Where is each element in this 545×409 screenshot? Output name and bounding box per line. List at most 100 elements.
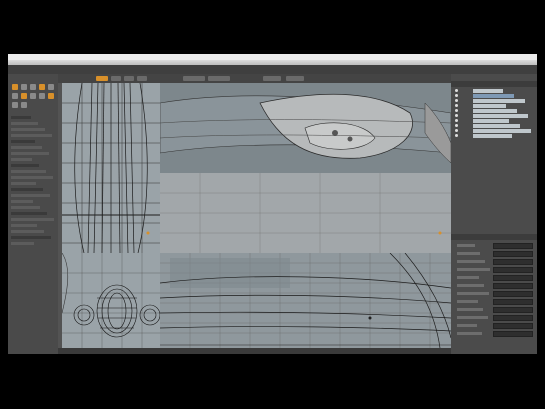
tool-property-row[interactable] <box>11 164 39 167</box>
property-label <box>457 260 485 263</box>
tool-property-row[interactable] <box>11 140 35 143</box>
toolbar-button[interactable] <box>96 76 108 81</box>
tool-property-row[interactable] <box>11 134 52 137</box>
item-list-row[interactable] <box>473 89 503 93</box>
property-field[interactable] <box>493 243 533 249</box>
perspective-view-render <box>160 83 451 253</box>
properties-header <box>451 234 537 240</box>
property-field[interactable] <box>493 331 533 337</box>
property-field[interactable] <box>493 275 533 281</box>
visibility-eye-icon[interactable] <box>455 104 458 107</box>
head-mesh <box>73 284 160 338</box>
toolbar-button[interactable] <box>208 76 230 81</box>
tool-property-row[interactable] <box>11 206 40 209</box>
item-list-row[interactable] <box>473 129 531 133</box>
property-field[interactable] <box>493 299 533 305</box>
item-list-row[interactable] <box>473 94 514 98</box>
select-icon[interactable] <box>12 102 18 108</box>
property-field[interactable] <box>493 291 533 297</box>
tool-property-row[interactable] <box>11 122 38 125</box>
visibility-eye-icon[interactable] <box>455 89 458 92</box>
tool-property-row[interactable] <box>11 200 33 203</box>
toolbar-button[interactable] <box>124 76 134 81</box>
properties-panel <box>451 74 537 354</box>
toolbar-button[interactable] <box>183 76 205 81</box>
property-label <box>457 252 480 255</box>
tool-property-row[interactable] <box>11 212 47 215</box>
visibility-eye-icon[interactable] <box>455 129 458 132</box>
tool-property-row[interactable] <box>11 242 34 245</box>
top-view-wireframe <box>160 253 451 348</box>
property-field[interactable] <box>493 307 533 313</box>
item-list-row[interactable] <box>473 99 525 103</box>
property-label <box>457 316 488 319</box>
tool-property-row[interactable] <box>11 182 36 185</box>
tool-property-row[interactable] <box>11 188 43 191</box>
visibility-eye-icon[interactable] <box>455 124 458 127</box>
property-label <box>457 292 489 295</box>
tool-property-row[interactable] <box>11 236 51 239</box>
property-label <box>457 244 475 247</box>
bridge-icon[interactable] <box>39 93 45 99</box>
item-list-row[interactable] <box>473 109 517 113</box>
transform-icon[interactable] <box>39 84 45 90</box>
tool-property-row[interactable] <box>11 224 37 227</box>
property-field[interactable] <box>493 251 533 257</box>
property-field[interactable] <box>493 283 533 289</box>
toolbar-button[interactable] <box>263 76 281 81</box>
visibility-eye-icon[interactable] <box>455 114 458 117</box>
tool-property-row[interactable] <box>11 116 31 119</box>
loop-slice-icon[interactable] <box>30 93 36 99</box>
property-label <box>457 276 479 279</box>
tool-property-row[interactable] <box>11 194 50 197</box>
tool-property-row[interactable] <box>11 218 54 221</box>
tool-property-row[interactable] <box>11 146 42 149</box>
item-list-row[interactable] <box>473 124 520 128</box>
property-label <box>457 268 490 271</box>
visibility-eye-icon[interactable] <box>455 119 458 122</box>
item-list-row[interactable] <box>473 134 512 138</box>
side-view-wireframe <box>62 253 160 348</box>
visibility-eye-icon[interactable] <box>455 134 458 137</box>
extrude-icon[interactable] <box>21 93 27 99</box>
paint-icon[interactable] <box>21 102 27 108</box>
property-label <box>457 300 478 303</box>
scale-icon[interactable] <box>30 84 36 90</box>
pen-icon[interactable] <box>48 84 54 90</box>
item-list-row[interactable] <box>473 119 509 123</box>
property-field[interactable] <box>493 267 533 273</box>
visibility-eye-icon[interactable] <box>455 109 458 112</box>
tool-property-row[interactable] <box>11 176 53 179</box>
bevel-icon[interactable] <box>12 93 18 99</box>
toolbar-button[interactable] <box>286 76 304 81</box>
item-list-row[interactable] <box>473 104 506 108</box>
item-list-row[interactable] <box>473 114 528 118</box>
property-field[interactable] <box>493 315 533 321</box>
property-label <box>457 324 477 327</box>
tool-property-row[interactable] <box>11 128 45 131</box>
application-window <box>8 54 537 354</box>
property-field[interactable] <box>493 259 533 265</box>
viewport-side[interactable] <box>62 253 160 348</box>
rotate-icon[interactable] <box>21 84 27 90</box>
tool-property-row[interactable] <box>11 158 32 161</box>
move-icon[interactable] <box>12 84 18 90</box>
visibility-eye-icon[interactable] <box>455 99 458 102</box>
item-list-header <box>451 81 537 87</box>
visibility-eye-icon[interactable] <box>455 94 458 97</box>
property-label <box>457 284 484 287</box>
tool-property-row[interactable] <box>11 170 46 173</box>
viewport-top[interactable] <box>160 253 451 348</box>
tool-panel <box>8 74 58 354</box>
tool-property-row[interactable] <box>11 230 44 233</box>
tool-property-row[interactable] <box>11 152 49 155</box>
viewport-perspective[interactable] <box>160 83 451 253</box>
front-view-wireframe <box>62 83 160 253</box>
property-field[interactable] <box>493 323 533 329</box>
layout-tabs <box>8 65 537 74</box>
viewport-front[interactable] <box>62 83 160 253</box>
toolbar-button[interactable] <box>111 76 121 81</box>
merge-icon[interactable] <box>48 93 54 99</box>
toolbar-button[interactable] <box>137 76 147 81</box>
viewport-toolbar <box>58 74 451 83</box>
